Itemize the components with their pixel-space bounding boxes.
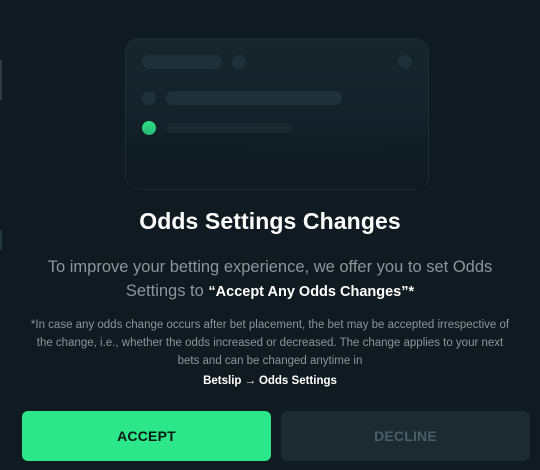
lead-highlight: “Accept Any Odds Changes”*: [208, 284, 415, 300]
path-to: Odds Settings: [258, 375, 337, 387]
odds-slip-illustration: [125, 38, 429, 190]
background-edge: [0, 60, 2, 100]
skeleton-dot: [232, 55, 246, 69]
illustration-fade: [126, 119, 428, 189]
settings-path: Betslip → Odds Settings: [0, 375, 540, 387]
modal-title: Odds Settings Changes: [139, 208, 401, 234]
skeleton-dot: [142, 91, 156, 105]
decline-button[interactable]: DECLINE: [281, 411, 530, 461]
arrow-right-icon: →: [244, 375, 256, 387]
lead-text: To improve your betting experience, we o…: [20, 255, 520, 304]
accept-button[interactable]: ACCEPT: [22, 411, 271, 461]
skeleton-line: [166, 91, 342, 105]
skeleton-dot: [398, 55, 412, 69]
path-from: Betslip: [203, 375, 242, 387]
skeleton-line: [142, 55, 222, 69]
odds-settings-modal: Odds Settings Changes To improve your be…: [0, 0, 540, 470]
disclaimer-note: *In case any odds change occurs after be…: [30, 319, 510, 367]
